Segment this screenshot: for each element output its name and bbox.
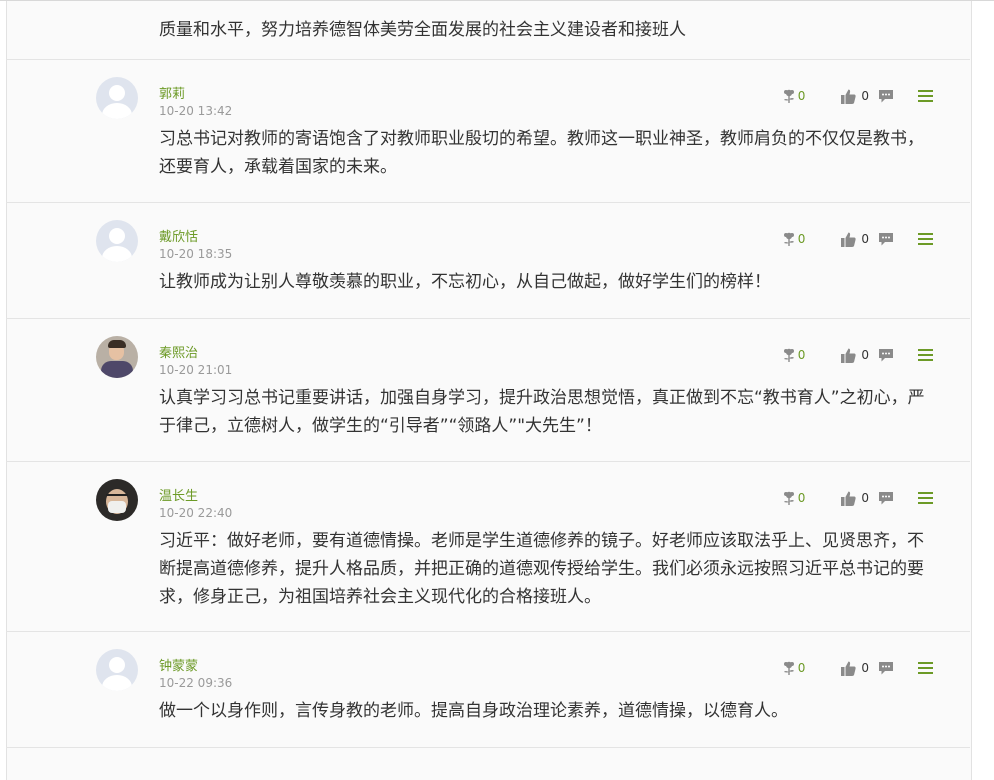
comment-text: 习总书记对教师的寄语饱含了对教师职业殷切的希望。教师这一职业神圣，教师肩负的不仅… [159,129,924,177]
reply-button[interactable] [878,89,894,103]
flower-button[interactable]: 0 [782,347,806,363]
comment-item: 钟蒙蒙 10-22 09:36 0 0 做一个以身作则，言传身教的老师。提高自身… [6,631,970,748]
flower-button[interactable]: 0 [782,490,806,506]
flower-button[interactable]: 0 [782,88,806,104]
menu-button[interactable] [918,662,933,674]
reply-button[interactable] [878,491,894,505]
reply-button[interactable] [878,661,894,675]
comment-time: 10-22 09:36 [159,676,233,690]
like-count: 0 [861,348,869,362]
menu-button[interactable] [918,90,933,102]
flower-icon [783,232,794,246]
comment-username[interactable]: 戴欣恬 [159,226,198,245]
flower-count: 0 [797,348,806,362]
comment-text: 认真学习习总书记重要讲话，加强自身学习，提升政治思想觉悟，真正做到不忘“教书育人… [159,388,925,436]
like-count: 0 [861,89,869,103]
flower-icon [783,89,794,103]
comment-item: 郭莉 10-20 13:42 0 0 习总书记对教师的寄语饱含了对教师职业殷切的… [6,59,970,203]
comment-time: 10-20 22:40 [159,506,233,520]
comment-username[interactable]: 秦熙治 [159,342,198,361]
partial-comment-clipped-line [159,6,939,16]
thumbs-up-icon [841,661,856,676]
hamburger-menu-icon [918,90,933,102]
comment-actions: 0 0 [782,658,933,678]
menu-button[interactable] [918,349,933,361]
like-button[interactable]: 0 [841,661,869,676]
comment-time: 10-20 21:01 [159,363,233,377]
flower-button[interactable]: 0 [782,660,806,676]
hamburger-menu-icon [918,233,933,245]
hamburger-menu-icon [918,492,933,504]
thumbs-up-icon [841,89,856,104]
comment-text: 让教师成为让别人尊敬羡慕的职业，不忘初心，从自己做起，做好学生们的榜样！ [159,272,771,292]
like-button[interactable]: 0 [841,232,869,247]
comment-time: 10-20 13:42 [159,104,233,118]
comment-bubble-icon [879,492,893,505]
comment-username[interactable]: 钟蒙蒙 [159,655,198,674]
avatar[interactable] [96,336,138,378]
comment-bubble-icon [879,349,893,362]
comment-actions: 0 0 [782,86,933,106]
avatar[interactable] [96,77,138,119]
thumbs-up-icon [841,348,856,363]
flower-icon [783,348,794,362]
comment-actions: 0 0 [782,345,933,365]
comment-text: 习近平：做好老师，要有道德情操。老师是学生道德修养的镜子。好老师应该取法乎上、见… [159,531,924,607]
flower-count: 0 [797,232,806,246]
like-count: 0 [861,491,869,505]
partial-comment-text: 质量和水平，努力培养德智体美劳全面发展的社会主义建设者和接班人 [159,6,939,44]
flower-button[interactable]: 0 [782,231,806,247]
reply-button[interactable] [878,232,894,246]
avatar[interactable] [96,649,138,691]
flower-count: 0 [797,89,806,103]
menu-button[interactable] [918,492,933,504]
comment-actions: 0 0 [782,229,933,249]
avatar[interactable] [96,220,138,262]
like-count: 0 [861,232,869,246]
like-button[interactable]: 0 [841,491,869,506]
hamburger-menu-icon [918,662,933,674]
comment-item: 戴欣恬 10-20 18:35 0 0 让教师成为让别人尊敬羡慕的职业，不忘初心… [6,202,970,319]
flower-count: 0 [797,491,806,505]
thumbs-up-icon [841,491,856,506]
comment-bubble-icon [879,90,893,103]
comment-username[interactable]: 郭莉 [159,83,185,102]
comment-time: 10-20 18:35 [159,247,233,261]
comment-item: 温长生 10-20 22:40 0 0 习近平：做好老师，要有道德情操。老师是学… [6,461,970,632]
like-button[interactable]: 0 [841,348,869,363]
like-count: 0 [861,661,869,675]
menu-button[interactable] [918,233,933,245]
thumbs-up-icon [841,232,856,247]
comment-bubble-icon [879,233,893,246]
hamburger-menu-icon [918,349,933,361]
comment-bubble-icon [879,662,893,675]
comment-username[interactable]: 温长生 [159,485,198,504]
partial-comment: 质量和水平，努力培养德智体美劳全面发展的社会主义建设者和接班人 [0,0,994,60]
comment-item: 秦熙治 10-20 21:01 0 0 认真学习习总书记重要讲话，加强自身学习，… [6,318,970,462]
avatar[interactable] [96,479,138,521]
reply-button[interactable] [878,348,894,362]
comment-actions: 0 0 [782,488,933,508]
flower-icon [783,661,794,675]
flower-count: 0 [797,661,806,675]
like-button[interactable]: 0 [841,89,869,104]
partial-comment-line: 质量和水平，努力培养德智体美劳全面发展的社会主义建设者和接班人 [159,20,686,40]
comment-text: 做一个以身作则，言传身教的老师。提高自身政治理论素养，道德情操，以德育人。 [159,701,788,721]
flower-icon [783,491,794,505]
